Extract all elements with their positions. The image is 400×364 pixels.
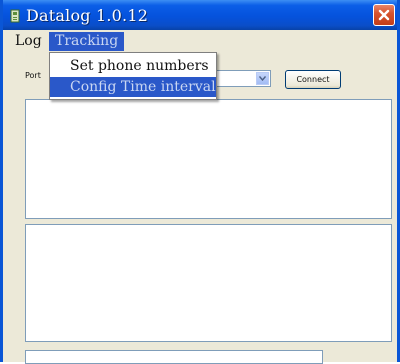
- tracking-dropdown-menu: Set phone numbers Config Time interval: [49, 52, 217, 100]
- menu-item-config-time-interval[interactable]: Config Time interval: [50, 77, 216, 97]
- port-select[interactable]: [213, 70, 271, 87]
- title-bar[interactable]: Datalog 1.0.12: [3, 0, 397, 30]
- port-dropdown-button[interactable]: [256, 72, 269, 85]
- port-label: Port: [25, 71, 41, 80]
- app-icon: [9, 8, 21, 23]
- menu-item-set-phone-numbers[interactable]: Set phone numbers: [50, 56, 216, 76]
- close-icon: [378, 9, 390, 21]
- menu-bar: Log Tracking: [3, 30, 397, 52]
- chevron-down-icon: [259, 76, 266, 81]
- log-output-area[interactable]: [25, 99, 392, 219]
- connect-button[interactable]: Connect: [285, 70, 341, 89]
- close-button[interactable]: [373, 4, 395, 26]
- menu-tracking[interactable]: Tracking: [49, 32, 125, 51]
- menu-item-label: Set phone numbers: [70, 58, 209, 74]
- message-area[interactable]: [25, 224, 392, 342]
- window-title: Datalog 1.0.12: [26, 5, 149, 25]
- menu-log[interactable]: Log: [11, 32, 46, 51]
- app-window: Datalog 1.0.12 Log Tracking Port Connect…: [0, 0, 400, 364]
- menu-item-label: Config Time interval: [70, 79, 216, 95]
